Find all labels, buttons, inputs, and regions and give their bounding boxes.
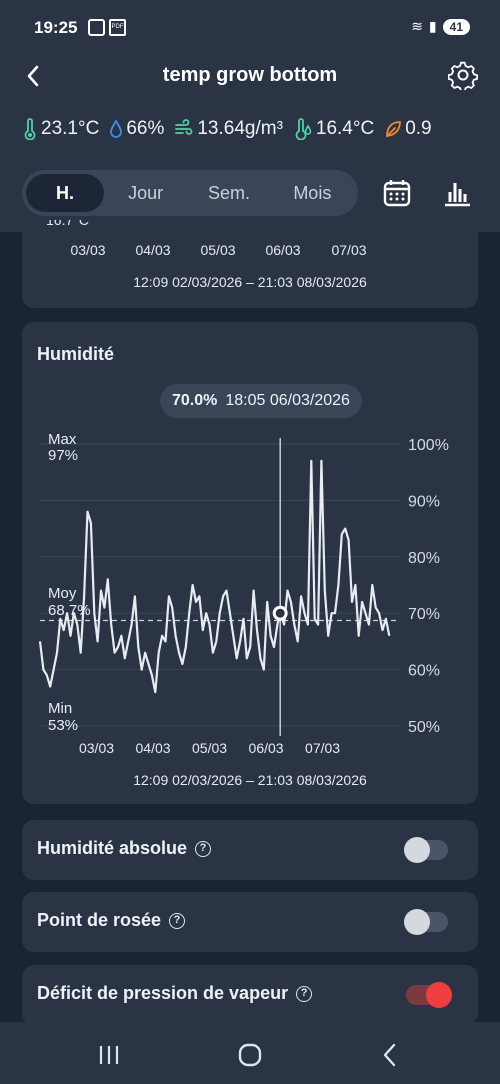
toggle-card-absolute-humidity: Humidité absolue? — [22, 820, 478, 880]
metric-dew-point-value: 16.4°C — [315, 118, 375, 139]
home-button[interactable] — [235, 1040, 265, 1070]
dew-point-switch[interactable] — [404, 909, 448, 935]
settings-button[interactable] — [447, 60, 479, 93]
vpd-switch[interactable] — [406, 982, 452, 1008]
temperature-date-range: 12:09 02/03/2026 – 21:03 08/03/2026 — [133, 274, 367, 290]
cursor-point — [272, 605, 288, 621]
avg-label: Moy — [48, 585, 77, 602]
x-tick: 04/03 — [135, 242, 171, 258]
x-tick: 03/03 — [70, 242, 106, 258]
metric-absolute-humidity-value: 13.64g/m³ — [197, 118, 283, 139]
humidity-card-title: Humidité — [37, 344, 115, 364]
sensor-metrics: 23.1°C 66% 13.64g/m³ 16.4°C 0.9 — [22, 118, 432, 140]
tab-hours[interactable]: H. — [26, 174, 104, 212]
toggle-row-absolute-humidity: Humidité absolue? — [37, 838, 212, 859]
status-notification-icons: PDF — [88, 19, 126, 36]
stats-button[interactable] — [442, 178, 472, 208]
switch-knob — [426, 982, 452, 1008]
y-tick-label: 70% — [408, 606, 440, 623]
y-tick-label: 60% — [408, 663, 440, 680]
wifi-icon: ≋ — [411, 18, 423, 34]
home-icon — [238, 1043, 262, 1067]
y-tick-label: 80% — [408, 550, 440, 567]
tooltip-value: 70.0% — [172, 392, 218, 409]
back-nav-button[interactable] — [375, 1040, 405, 1070]
chart-tooltip: 70.0% 18:05 06/03/2026 — [160, 384, 362, 418]
tab-week[interactable]: Sem. — [187, 174, 270, 212]
toggle-label-absolute-humidity: Humidité absolue — [37, 838, 188, 858]
tab-month[interactable]: Mois — [271, 174, 354, 212]
clipped-min-label: 16.7°C — [46, 220, 89, 228]
help-icon[interactable]: ? — [195, 840, 212, 857]
min-value: 53% — [48, 717, 78, 734]
x-tick-label: 07/03 — [305, 740, 340, 756]
help-icon[interactable]: ? — [296, 985, 313, 1002]
x-tick-label: 04/03 — [136, 740, 171, 756]
back-icon — [383, 1043, 396, 1067]
x-tick-label: 03/03 — [79, 740, 114, 756]
period-segmented-control: H. Jour Sem. Mois — [22, 170, 358, 216]
wind-water-icon — [175, 119, 193, 135]
header: temp grow bottom 23.1°C 66% 13.64g/m³ 16… — [0, 56, 500, 232]
humidity-date-range: 12:09 02/03/2026 – 21:03 08/03/2026 — [133, 772, 367, 788]
metric-vpd: 0.9 — [384, 118, 432, 140]
status-right: ≋ ▮ 41 — [411, 18, 470, 35]
humidity-chart-card: Humidité 70.0% 18:05 06/03/2026 100% 90% 80… — [22, 322, 478, 804]
status-time: 19:25 — [34, 18, 78, 37]
status-bar: 19:25 PDF ≋ ▮ 41 — [0, 0, 500, 56]
tooltip-time: 18:05 06/03/2026 — [225, 392, 350, 409]
battery-indicator: 41 — [442, 18, 470, 35]
max-value: 97% — [48, 447, 78, 464]
y-tick-label: 50% — [408, 719, 440, 736]
metric-humidity-value: 66% — [126, 118, 165, 139]
metric-dew-point: 16.4°C — [293, 118, 374, 140]
toggle-label-vpd: Déficit de pression de vapeur — [37, 983, 289, 1003]
metric-vpd-value: 0.9 — [405, 118, 432, 139]
tab-day[interactable]: Jour — [104, 174, 187, 212]
toggle-card-vpd: Déficit de pression de vapeur? — [22, 965, 478, 1025]
metric-temperature: 23.1°C — [22, 118, 99, 140]
leaf-icon — [386, 121, 402, 138]
thermometer-icon — [24, 118, 36, 140]
screenshot-icon — [88, 19, 105, 36]
recent-apps-button[interactable] — [94, 1040, 124, 1070]
switch-knob — [404, 837, 430, 863]
metric-humidity: 66% — [109, 118, 164, 140]
x-tick-label: 05/03 — [192, 740, 227, 756]
temperature-x-axis: 03/03 04/03 05/03 06/03 07/03 — [22, 242, 478, 262]
temperature-chart-card: 16.7°C 03/03 04/03 05/03 06/03 07/03 12:… — [22, 220, 478, 308]
bar-chart-icon — [445, 183, 470, 207]
humidity-chart[interactable]: 100% 90% 80% 70% 60% 50% 03/03 04/03 05/03 06/03… — [22, 422, 478, 762]
help-icon[interactable]: ? — [169, 912, 186, 929]
toggle-label-dew-point: Point de rosée — [37, 910, 162, 930]
calendar-icon — [383, 180, 411, 207]
metric-temperature-value: 23.1°C — [41, 118, 100, 139]
y-tick-label: 100% — [408, 437, 449, 454]
toggle-row-dew-point: Point de rosée? — [37, 910, 186, 931]
humidity-series-line — [38, 459, 391, 694]
switch-knob — [404, 909, 430, 935]
max-label: Max — [48, 431, 77, 448]
signal-icon: ▮ — [428, 18, 437, 34]
pdf-icon: PDF — [109, 19, 126, 36]
page-title: temp grow bottom — [162, 64, 338, 86]
dew-point-icon — [295, 118, 312, 140]
x-tick: 07/03 — [331, 242, 367, 258]
min-label: Min — [48, 700, 72, 717]
water-drop-icon — [110, 119, 123, 138]
metric-absolute-humidity: 13.64g/m³ — [174, 118, 283, 140]
absolute-humidity-switch[interactable] — [404, 837, 448, 863]
x-tick: 06/03 — [265, 242, 301, 258]
y-tick-label: 90% — [408, 493, 440, 510]
gear-icon — [447, 61, 479, 93]
x-tick: 05/03 — [200, 242, 236, 258]
avg-value: 68.7% — [48, 602, 91, 619]
system-navigation-bar — [0, 1022, 500, 1084]
toggle-row-vpd: Déficit de pression de vapeur? — [37, 983, 313, 1004]
calendar-button[interactable] — [382, 178, 412, 208]
recent-apps-icon — [99, 1046, 119, 1064]
toggle-card-dew-point: Point de rosée? — [22, 892, 478, 952]
x-tick-label: 06/03 — [249, 740, 284, 756]
